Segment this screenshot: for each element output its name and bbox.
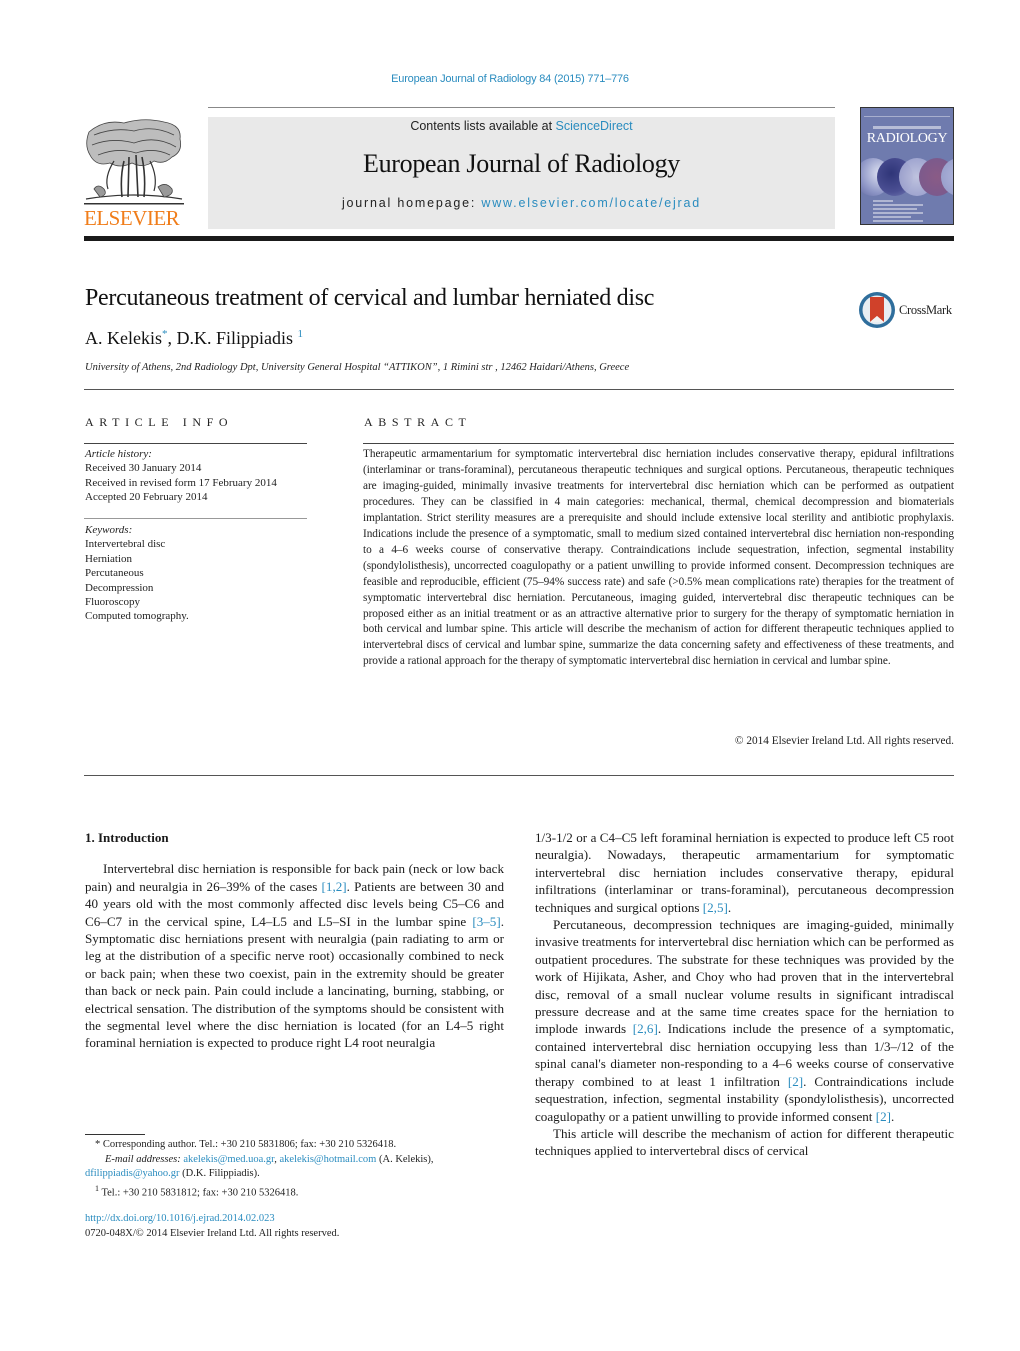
citation-link[interactable]: [2,6] [633,1021,658,1036]
journal-name: European Journal of Radiology [363,149,680,178]
footnote-mark: * [95,1139,101,1150]
contents-line: Contents lists available at ScienceDirec… [208,119,835,133]
citation-link[interactable]: [2] [876,1109,891,1124]
history-accepted: Accepted 20 February 2014 [85,491,208,504]
article-history: Article history: Received 30 January 201… [85,447,277,505]
citation-link[interactable]: [2] [788,1074,803,1089]
keywords-label: Keywords: [85,524,133,536]
doi-link[interactable]: http://dx.doi.org/10.1016/j.ejrad.2014.0… [85,1213,275,1224]
citation-link[interactable]: [1,2] [322,879,347,894]
divider [84,518,307,519]
author-name[interactable]: A. Kelekis [85,328,162,348]
divider [363,443,954,444]
author-list: A. Kelekis*, D.K. Filippiadis 1 [85,328,303,349]
body-text: Percutaneous, decompression techniques a… [535,917,954,1037]
sciencedirect-link[interactable]: ScienceDirect [556,119,633,133]
footnote-text: Tel.: +30 210 5831812; fax: +30 210 5326… [101,1187,299,1198]
article-history-label: Article history: [85,448,152,460]
keyword-item: Intervertebral disc [85,538,166,551]
keyword-item: Decompression [85,581,154,594]
issn-copyright: 0720-048X/© 2014 Elsevier Ireland Ltd. A… [85,1227,340,1239]
crossmark-icon [859,292,895,328]
history-revised: Received in revised form 17 February 201… [85,476,277,489]
keyword-item: Percutaneous [85,567,144,580]
body-text: . [727,899,732,915]
email-link[interactable]: akelekis@med.uoa.gr [183,1154,274,1165]
cover-contents-lines [873,200,923,224]
article-info-heading: ARTICLE INFO [85,415,234,429]
email-label: E-mail addresses: [105,1153,181,1165]
body-text: . Symptomatic disc herniations present w… [85,913,504,1051]
footnote-mark: 1 [95,1183,99,1193]
footnote-1: 1 Tel.: +30 210 5831812; fax: +30 210 53… [85,1182,505,1201]
keywords: Keywords: Intervertebral disc Herniation… [85,523,189,624]
crossmark-button[interactable]: CrossMark [858,291,952,329]
elsevier-tree-icon [84,117,184,207]
citation-link[interactable]: [3–5] [472,914,500,929]
article-title: Percutaneous treatment of cervical and l… [85,285,655,311]
email-link[interactable]: akelekis@hotmail.com [280,1154,377,1165]
journal-citation-link[interactable]: European Journal of Radiology 84 (2015) … [0,73,1020,85]
footnote-rule [85,1134,145,1135]
header-top-rule [208,107,835,108]
journal-homepage-link[interactable]: www.elsevier.com/locate/ejrad [481,196,701,210]
cover-circles-graphic [861,158,953,196]
body-paragraph: This article will describe the mechanism… [535,1125,954,1160]
body-text: . [891,1108,895,1124]
abstract-heading: ABSTRACT [364,415,472,429]
affiliation: University of Athens, 2nd Radiology Dpt,… [85,362,630,373]
abstract-copyright: © 2014 Elsevier Ireland Ltd. All rights … [734,735,954,747]
contents-prefix: Contents lists available at [410,119,556,133]
footnote-corresponding: * Corresponding author. Tel.: +30 210 58… [85,1138,505,1153]
author-footnote-mark[interactable]: 1 [298,328,304,340]
abstract-text: Therapeutic armamentarium for symptomati… [363,448,954,668]
body-column-right: 1/3-1/2 or a C4–C5 left foraminal hernia… [535,829,954,1160]
email-owner: (A. Kelekis), [376,1153,434,1165]
footnote-emails: E-mail addresses: akelekis@med.uoa.gr, a… [85,1153,434,1180]
homepage-prefix: journal homepage: [341,196,482,210]
divider [84,389,954,390]
author-name[interactable]: D.K. Filippiadis [176,328,293,348]
footnotes: * Corresponding author. Tel.: +30 210 58… [85,1138,505,1201]
crossmark-label: CrossMark [899,302,952,317]
divider [84,443,307,444]
cover-kicker [873,126,941,129]
homepage-line: journal homepage: www.elsevier.com/locat… [208,196,835,210]
keyword-item: Herniation [85,552,133,565]
body-paragraph: Percutaneous, decompression techniques a… [535,916,954,1125]
email-owner: (D.K. Filippiadis). [179,1168,260,1179]
body-paragraph: Intervertebral disc herniation is respon… [85,860,504,1051]
journal-cover-image[interactable]: RADIOLOGY [860,107,954,225]
elsevier-logo[interactable]: ELSEVIER [84,117,186,229]
body-text: This article will describe the mechanism… [535,1125,954,1159]
footnote-text: Corresponding author. Tel.: +30 210 5831… [102,1139,397,1150]
section-heading-introduction: 1. Introduction [85,830,169,845]
doi-block: http://dx.doi.org/10.1016/j.ejrad.2014.0… [85,1212,339,1241]
citation-link[interactable]: [2,5] [703,900,728,915]
body-column-left: 1. Introduction Intervertebral disc hern… [85,829,504,1052]
keyword-item: Fluoroscopy [85,596,140,609]
elsevier-wordmark: ELSEVIER [84,206,180,230]
cover-topbar [864,111,950,117]
divider [84,775,954,776]
keyword-item: Computed tomography. [85,610,189,623]
body-paragraph: 1/3-1/2 or a C4–C5 left foraminal hernia… [535,829,954,916]
journal-header-banner: Contents lists available at ScienceDirec… [208,117,835,229]
history-received: Received 30 January 2014 [85,462,202,475]
header-thick-rule [84,236,954,241]
body-text: 1/3-1/2 or a C4–C5 left foraminal hernia… [535,830,954,915]
cover-title: RADIOLOGY [866,131,948,146]
email-link[interactable]: dfilippiadis@yahoo.gr [85,1168,180,1179]
